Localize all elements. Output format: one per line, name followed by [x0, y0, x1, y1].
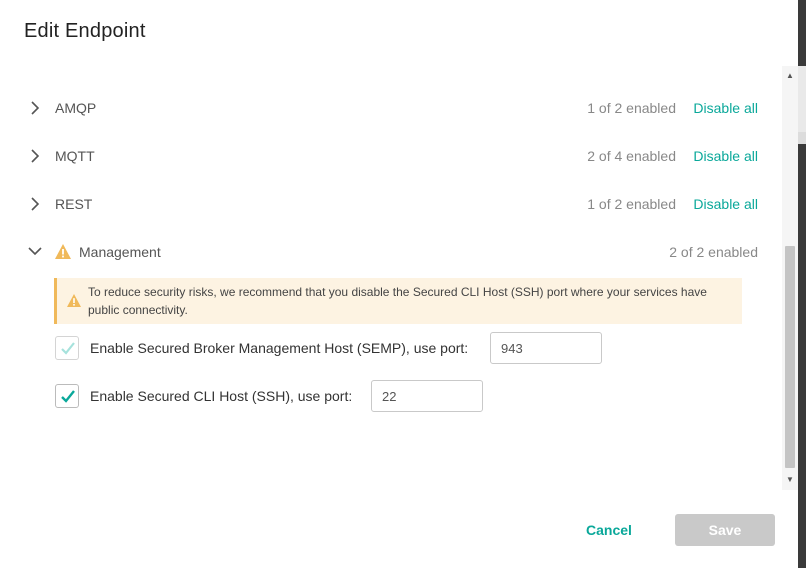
security-warning-banner: To reduce security risks, we recommend t… — [54, 278, 742, 324]
ssh-option: Enable Secured CLI Host (SSH), use port: — [55, 380, 485, 412]
background-overlay-edge — [798, 0, 806, 568]
protocol-status: 2 of 4 enabled — [587, 148, 676, 164]
scroll-up-arrow-icon[interactable]: ▲ — [786, 72, 794, 80]
protocol-status: 1 of 2 enabled — [587, 196, 676, 212]
protocol-name: AMQP — [55, 100, 97, 116]
semp-option: Enable Secured Broker Management Host (S… — [55, 332, 605, 364]
edit-endpoint-dialog: Edit Endpoint › AMQP 1 of 2 enabled Disa… — [0, 0, 798, 568]
save-button[interactable]: Save — [675, 514, 775, 546]
protocol-row-rest[interactable]: REST 1 of 2 enabled Disable all — [24, 190, 766, 220]
disable-all-link[interactable]: Disable all — [693, 148, 758, 164]
protocol-row-mqtt[interactable]: MQTT 2 of 4 enabled Disable all — [24, 142, 766, 172]
protocol-row-amqp[interactable]: AMQP 1 of 2 enabled Disable all — [24, 94, 766, 124]
ssh-checkbox[interactable] — [55, 384, 79, 408]
chevron-right-icon[interactable] — [28, 146, 42, 166]
ssh-port-input[interactable] — [371, 380, 483, 412]
protocol-row-management[interactable]: Management 2 of 2 enabled — [24, 238, 766, 268]
chevron-right-icon: › — [26, 62, 31, 64]
scrollbar-thumb[interactable] — [785, 246, 795, 468]
semp-port-input[interactable] — [490, 332, 602, 364]
vertical-scrollbar[interactable]: ▲ ▼ — [782, 66, 798, 490]
protocol-list: › AMQP 1 of 2 enabled Disable all MQTT 2… — [0, 62, 782, 488]
disable-all-link[interactable]: Disable all — [693, 196, 758, 212]
warning-icon — [67, 294, 81, 307]
semp-label: Enable Secured Broker Management Host (S… — [90, 340, 469, 356]
background-strip — [798, 132, 806, 144]
partially-hidden-row: › — [24, 62, 224, 68]
dialog-title: Edit Endpoint — [24, 20, 146, 42]
warning-icon — [55, 244, 71, 259]
checkmark-icon — [61, 390, 75, 403]
protocol-name: MQTT — [55, 148, 95, 164]
protocol-name: REST — [55, 196, 93, 212]
chevron-right-icon[interactable] — [28, 98, 42, 118]
chevron-right-icon[interactable] — [28, 194, 42, 214]
cancel-button[interactable]: Cancel — [573, 514, 645, 546]
ssh-label: Enable Secured CLI Host (SSH), use port: — [90, 388, 353, 404]
protocol-status: 1 of 2 enabled — [587, 100, 676, 116]
chevron-down-icon[interactable] — [26, 244, 44, 258]
disable-all-link[interactable]: Disable all — [693, 100, 758, 116]
checkmark-icon — [61, 342, 75, 355]
background-strip — [798, 66, 806, 132]
warning-message: To reduce security risks, we recommend t… — [88, 285, 707, 317]
protocol-status: 2 of 2 enabled — [669, 244, 758, 260]
semp-checkbox[interactable] — [55, 336, 79, 360]
scroll-down-arrow-icon[interactable]: ▼ — [786, 476, 794, 484]
protocol-name: Management — [79, 244, 161, 260]
